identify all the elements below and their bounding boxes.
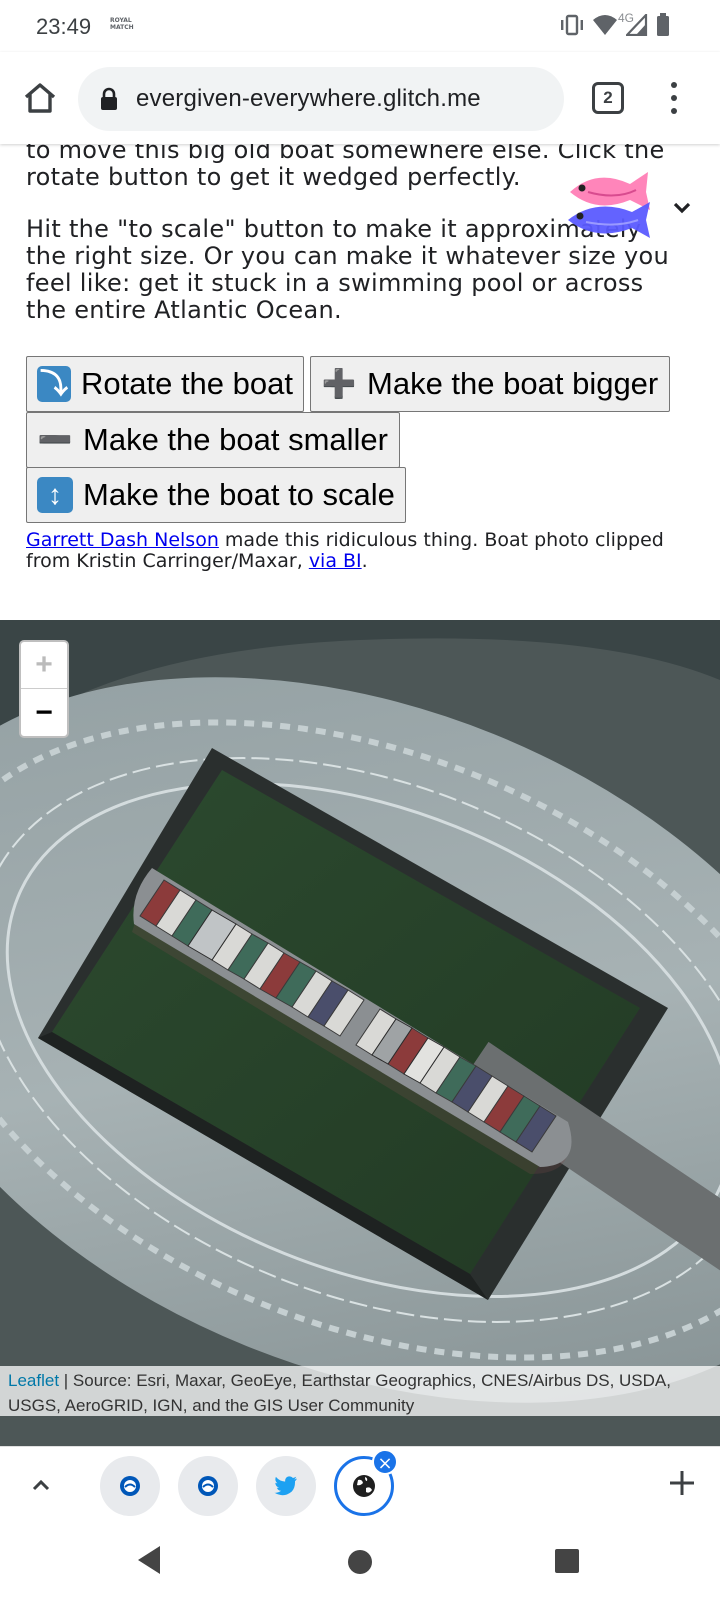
rotate-boat-label: Rotate the boat xyxy=(81,366,293,401)
bigger-boat-label: Make the boat bigger xyxy=(367,366,659,401)
tab-count: 2 xyxy=(603,88,613,107)
scale-boat-label: Make the boat to scale xyxy=(83,477,395,512)
status-icons xyxy=(560,12,670,38)
credits-text-2: . xyxy=(361,550,368,572)
satellite-imagery xyxy=(0,620,720,1446)
plus-icon: ➕ xyxy=(321,368,357,399)
home-icon xyxy=(24,83,56,113)
browser-toolbar: evergiven-everywhere.glitch.me 2 xyxy=(0,52,720,144)
tab-strip: × xyxy=(0,1446,720,1524)
brighton-favicon-icon xyxy=(120,1476,140,1496)
rotate-icon: ⤵ xyxy=(37,366,71,402)
address-bar[interactable]: evergiven-everywhere.glitch.me xyxy=(78,67,564,131)
zoom-out-button[interactable]: − xyxy=(21,689,67,736)
status-bar: 23:49 ROYAL MATCH 4G xyxy=(0,0,720,52)
brighton-favicon-icon xyxy=(198,1476,218,1496)
signal-icon xyxy=(626,14,648,36)
rotate-boat-button[interactable]: ⤵ Rotate the boat xyxy=(26,356,304,412)
scale-boat-button[interactable]: ↕ Make the boat to scale xyxy=(26,467,406,523)
minus-icon: ➖ xyxy=(37,424,73,455)
status-time: 23:49 xyxy=(36,14,92,39)
author-link[interactable]: Garrett Dash Nelson xyxy=(26,529,219,551)
tab-switcher-button[interactable]: 2 xyxy=(592,82,624,114)
globe-icon xyxy=(353,1475,375,1497)
smaller-boat-label: Make the boat smaller xyxy=(83,422,388,457)
smaller-boat-button[interactable]: ➖ Make the boat smaller xyxy=(26,412,400,468)
back-icon[interactable] xyxy=(136,1544,162,1576)
tab-brighton-1[interactable] xyxy=(100,1456,160,1516)
status-app-logo: ROYAL MATCH xyxy=(110,17,134,31)
twitter-icon xyxy=(274,1476,297,1496)
satellite-map[interactable]: + − Leaflet | Source: Esri, Maxar, GeoEy… xyxy=(0,620,720,1446)
leaflet-link[interactable]: Leaflet xyxy=(8,1371,59,1390)
chevron-down-icon[interactable] xyxy=(668,194,696,222)
battery-icon xyxy=(657,13,669,36)
close-tab-button[interactable]: × xyxy=(372,1449,398,1475)
url-text: evergiven-everywhere.glitch.me xyxy=(136,85,481,112)
home-nav-icon[interactable] xyxy=(348,1550,372,1574)
system-navigation-bar xyxy=(0,1524,720,1600)
attribution-text: | Source: Esri, Maxar, GeoEye, Earthstar… xyxy=(8,1371,671,1415)
vibrate-icon xyxy=(561,14,583,36)
web-page[interactable]: to move this big old boat somewhere else… xyxy=(0,144,720,1446)
new-tab-icon[interactable] xyxy=(666,1467,698,1499)
chevron-up-icon[interactable] xyxy=(26,1471,56,1501)
tab-twitter[interactable] xyxy=(256,1456,316,1516)
tab-brighton-2[interactable] xyxy=(178,1456,238,1516)
up-down-arrow-icon: ↕ xyxy=(37,477,73,513)
lock-icon xyxy=(101,87,117,110)
credits: Garrett Dash Nelson made this ridiculous… xyxy=(26,530,686,572)
more-vert-icon[interactable] xyxy=(660,78,688,118)
recents-icon[interactable] xyxy=(555,1549,579,1573)
source-link[interactable]: via BI xyxy=(309,550,362,572)
zoom-in-button[interactable]: + xyxy=(21,642,67,689)
wifi-icon xyxy=(593,15,617,35)
home-button[interactable] xyxy=(20,78,60,118)
bigger-boat-button[interactable]: ➕ Make the boat bigger xyxy=(310,356,670,412)
glitch-fish-logo[interactable] xyxy=(566,170,656,242)
map-attribution: Leaflet | Source: Esri, Maxar, GeoEye, E… xyxy=(0,1366,720,1416)
zoom-control: + − xyxy=(19,640,69,738)
